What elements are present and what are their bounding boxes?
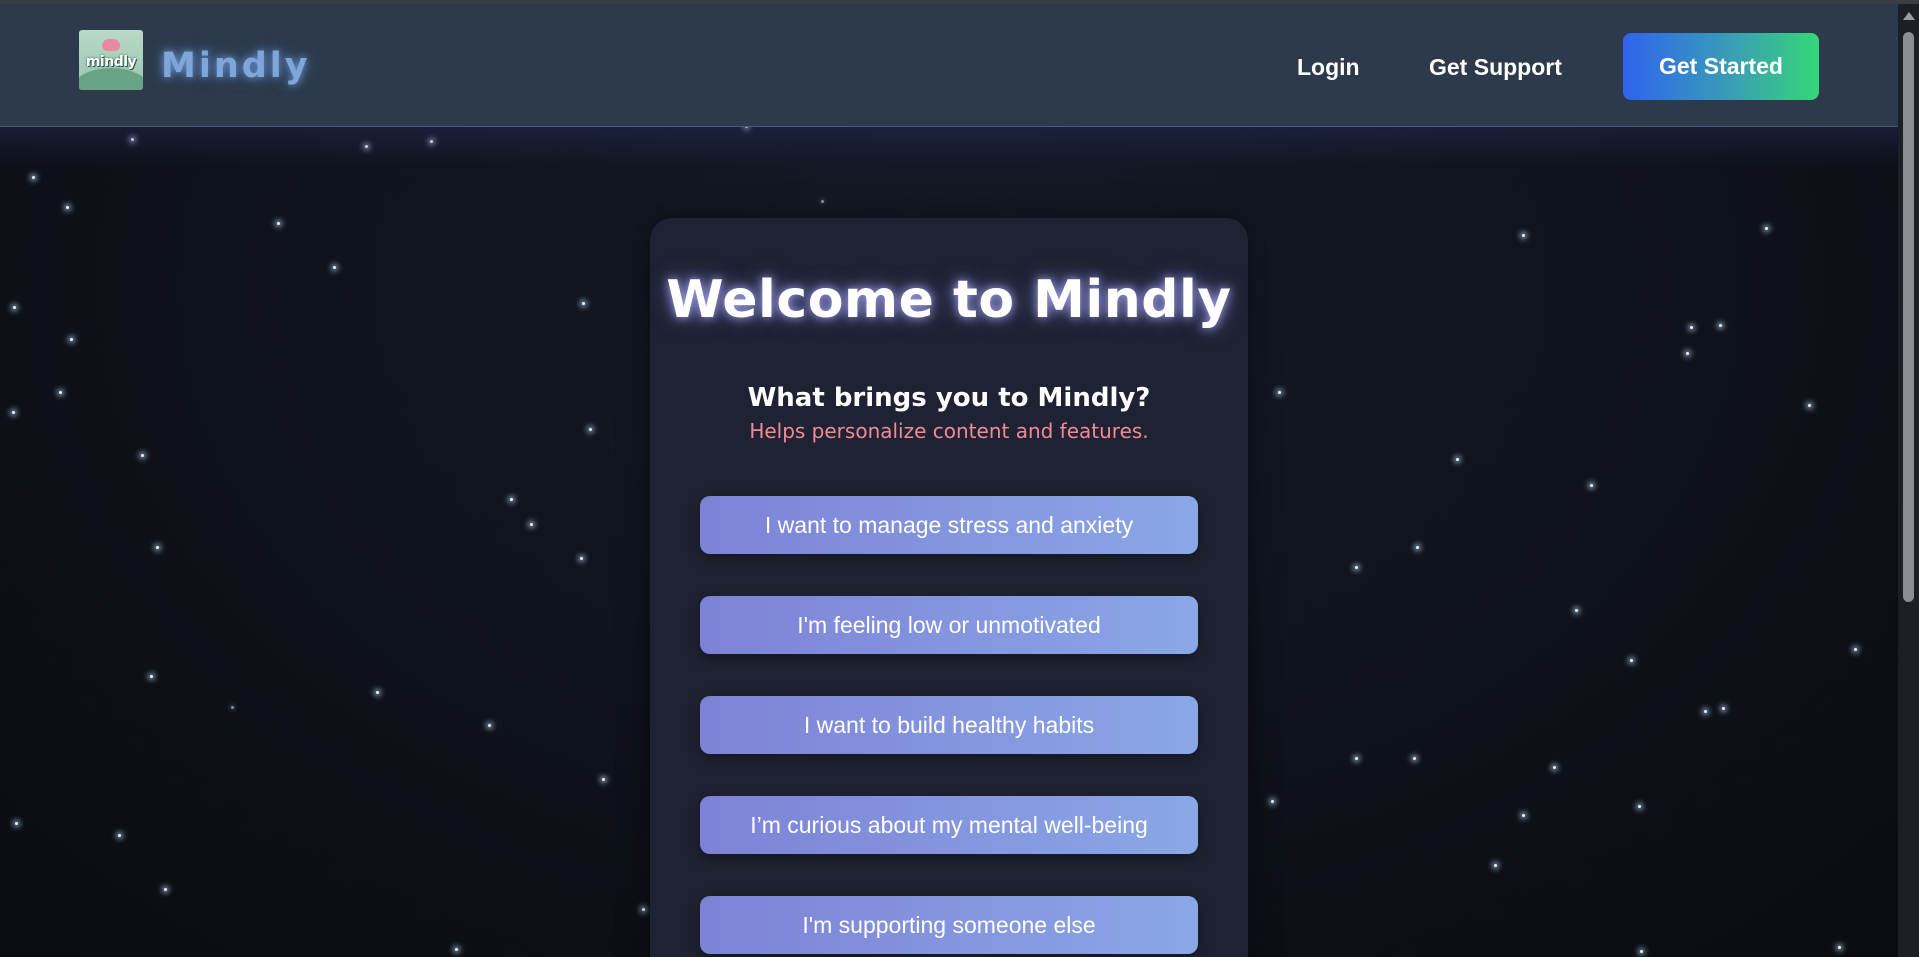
welcome-title: Welcome to Mindly <box>666 270 1232 330</box>
logo-text: mindly <box>85 54 137 70</box>
option-curious-wellbeing-button[interactable]: I’m curious about my mental well-being <box>700 796 1198 854</box>
get-started-button[interactable]: Get Started <box>1623 33 1819 100</box>
intent-question: What brings you to Mindly? <box>747 383 1151 413</box>
login-link[interactable]: Login <box>1297 54 1360 81</box>
get-support-link[interactable]: Get Support <box>1429 54 1562 81</box>
intent-subtitle: Helps personalize content and features. <box>749 419 1149 443</box>
scroll-thumb[interactable] <box>1903 32 1914 602</box>
brain-icon <box>102 39 120 51</box>
brand-name[interactable]: Mindly <box>161 46 311 86</box>
scroll-up-arrow-icon[interactable] <box>1903 12 1915 20</box>
logo-hill-shape <box>79 68 143 90</box>
option-manage-stress-button[interactable]: I want to manage stress and anxiety <box>700 496 1198 554</box>
onboarding-card: Welcome to Mindly What brings you to Min… <box>650 218 1248 957</box>
vertical-scrollbar[interactable] <box>1898 4 1919 957</box>
option-supporting-someone-button[interactable]: I'm supporting someone else <box>700 896 1198 954</box>
header-glow <box>0 127 1898 167</box>
option-healthy-habits-button[interactable]: I want to build healthy habits <box>700 696 1198 754</box>
mindly-logo[interactable]: mindly <box>79 30 143 90</box>
option-feeling-low-button[interactable]: I'm feeling low or unmotivated <box>700 596 1198 654</box>
top-navbar: mindly Mindly Login Get Support Get Star… <box>0 4 1898 127</box>
